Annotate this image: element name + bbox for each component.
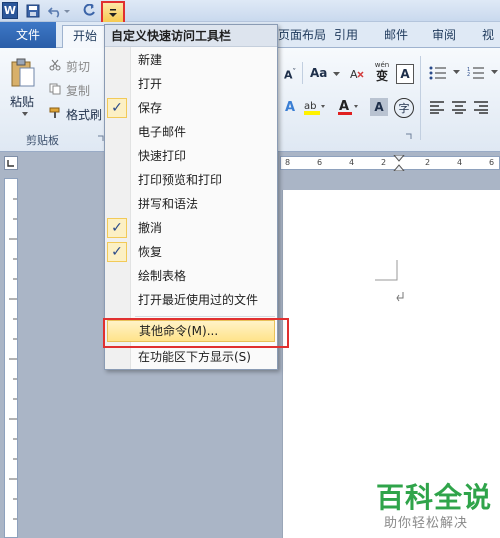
font-dialog-launcher-icon[interactable] — [404, 132, 412, 140]
align-left-icon[interactable] — [428, 98, 446, 116]
cut-button[interactable]: 剪切 — [66, 58, 90, 75]
format-painter-button[interactable]: 格式刷 — [66, 106, 102, 123]
menu-item-spelling[interactable]: 拼写和语法 — [105, 192, 277, 216]
copy-icon — [48, 82, 62, 96]
vertical-ruler[interactable] — [4, 178, 18, 538]
watermark-title: 百科全说 — [376, 481, 493, 514]
clipboard-group-label: 剪贴板 — [26, 134, 59, 147]
redo-icon[interactable] — [80, 2, 98, 20]
numbering-dropdown-icon[interactable] — [490, 68, 498, 76]
checkmark-icon: ✓ — [107, 242, 127, 262]
svg-text:A: A — [339, 99, 349, 114]
bullets-dropdown-icon[interactable] — [452, 68, 460, 76]
menu-item-label: 新建 — [138, 53, 163, 67]
menu-item-new[interactable]: 新建 — [105, 48, 277, 72]
menu-title: 自定义快速访问工具栏 — [105, 25, 277, 47]
character-border-icon[interactable]: A — [396, 64, 414, 84]
separator — [420, 56, 421, 140]
menu-item-quick-print[interactable]: 快速打印 — [105, 144, 277, 168]
align-right-icon[interactable] — [472, 98, 490, 116]
ruler-marks-icon — [9, 198, 17, 520]
menu-item-undo[interactable]: ✓ 撤消 — [105, 216, 277, 240]
clear-format-icon[interactable]: A — [348, 64, 366, 84]
highlight-annotation-box — [103, 318, 289, 348]
tab-view[interactable]: 视图 — [472, 25, 500, 63]
menu-item-label: 电子邮件 — [138, 125, 187, 139]
dialog-launcher-icon[interactable] — [96, 134, 104, 142]
ruler-tick: 8 — [285, 158, 291, 167]
indent-marker-icon[interactable] — [393, 155, 405, 171]
menu-item-label: 快速打印 — [138, 149, 187, 163]
enclose-characters-icon[interactable]: 字 — [394, 98, 414, 118]
character-shading-icon[interactable]: A — [370, 98, 388, 116]
watermark-subtitle: 助你轻松解决 — [384, 516, 469, 531]
word-app-icon[interactable]: W — [2, 2, 18, 19]
menu-item-redo[interactable]: ✓ 恢复 — [105, 240, 277, 264]
ruler-tick: 2 — [381, 158, 387, 167]
scissors-icon — [48, 58, 62, 72]
tab-home[interactable]: 开始 — [62, 25, 109, 49]
copy-button[interactable]: 复制 — [66, 82, 90, 99]
menu-item-open[interactable]: 打开 — [105, 72, 277, 96]
menu-item-draw-table[interactable]: 绘制表格 — [105, 264, 277, 288]
menu-item-label: 打开最近使用过的文件 — [138, 293, 259, 307]
chevron-down-icon — [109, 9, 117, 17]
ruler-tick: 6 — [317, 158, 323, 167]
paste-icon[interactable] — [8, 56, 38, 90]
ruler-tick: 4 — [349, 158, 355, 167]
svg-text:2: 2 — [467, 72, 470, 78]
tab-review[interactable]: 审阅 — [422, 25, 466, 48]
format-painter-icon — [48, 106, 62, 120]
horizontal-ruler[interactable]: 8 6 4 2 2 4 6 — [280, 155, 500, 171]
menu-item-print-preview[interactable]: 打印预览和打印 — [105, 168, 277, 192]
paste-dropdown-icon[interactable] — [20, 110, 30, 118]
font-color-icon[interactable]: A — [336, 98, 360, 116]
checkmark-icon: ✓ — [107, 218, 127, 238]
svg-text:ab: ab — [304, 101, 316, 112]
pinyin-guide-button[interactable]: wén 变 — [372, 60, 392, 84]
tab-file[interactable]: 文件 — [0, 22, 56, 48]
change-case-dropdown-icon[interactable] — [332, 70, 340, 78]
align-center-icon[interactable] — [450, 98, 468, 116]
menu-item-label: 保存 — [138, 101, 163, 115]
pinyin-char: 变 — [375, 68, 388, 83]
ruler-tick: 2 — [425, 158, 431, 167]
text-effects-icon[interactable]: A — [282, 98, 298, 116]
tab-mailings[interactable]: 邮件 — [374, 25, 418, 48]
menu-item-label: 恢复 — [138, 245, 163, 259]
save-icon[interactable] — [24, 2, 42, 20]
paste-button[interactable]: 粘贴 — [10, 93, 34, 110]
menu-item-label: 打印预览和打印 — [138, 173, 223, 187]
menu-item-label: 拼写和语法 — [138, 197, 199, 211]
menu-separator — [135, 316, 275, 317]
checkmark-icon: ✓ — [107, 98, 127, 118]
menu-item-save[interactable]: ✓ 保存 — [105, 96, 277, 120]
quick-access-toolbar: W — [0, 0, 500, 25]
shrink-font-icon[interactable]: Aˇ — [282, 66, 298, 84]
menu-item-label: 打开 — [138, 77, 163, 91]
numbering-icon[interactable]: 12 — [466, 64, 486, 82]
menu-item-label: 在功能区下方显示(S) — [138, 350, 251, 364]
ruler-tick: 6 — [489, 158, 495, 167]
highlight-color-icon[interactable]: ab — [302, 98, 326, 116]
menu-item-recent-files[interactable]: 打开最近使用过的文件 — [105, 288, 277, 312]
separator — [302, 62, 303, 84]
undo-dropdown-icon[interactable] — [62, 2, 72, 20]
menu-item-email[interactable]: 电子邮件 — [105, 120, 277, 144]
page-margin-corner-icon — [375, 260, 404, 302]
tab-references[interactable]: 引用 — [324, 25, 368, 48]
change-case-button[interactable]: Aa — [310, 66, 327, 80]
tab-selector[interactable] — [4, 156, 18, 170]
menu-item-label: 绘制表格 — [138, 269, 187, 283]
svg-text:A: A — [350, 68, 358, 81]
menu-item-label: 撤消 — [138, 221, 163, 235]
ruler-tick: 4 — [457, 158, 463, 167]
bullets-icon[interactable] — [428, 64, 448, 82]
menu-item-show-below-ribbon[interactable]: 在功能区下方显示(S) — [105, 345, 277, 369]
